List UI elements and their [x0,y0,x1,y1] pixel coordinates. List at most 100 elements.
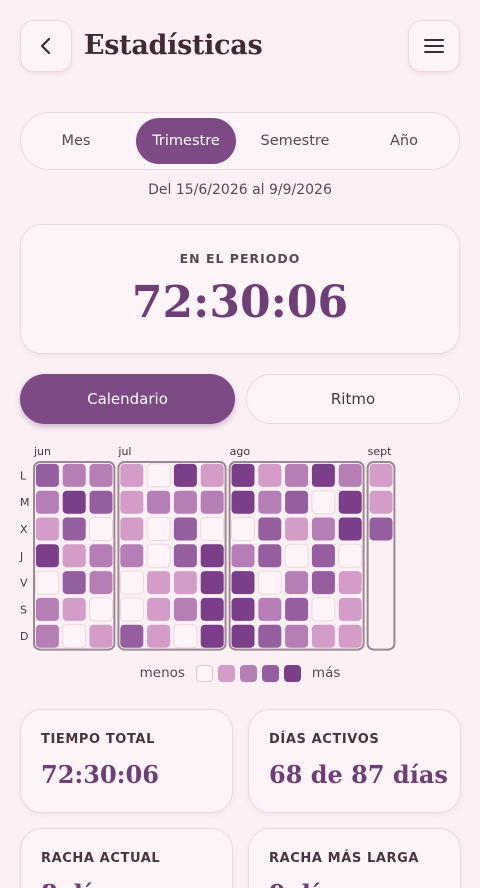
day-cell [200,571,224,595]
back-button[interactable] [20,20,72,72]
day-cell [284,543,309,568]
period-selector: Mes Trimestre Semestre Año [20,112,460,170]
day-cell [35,463,59,487]
day-cell [311,624,335,648]
day-cell [35,597,59,621]
day-cell [146,517,171,541]
day-cell [338,624,362,648]
day-cell [89,544,113,568]
day-cell [89,597,113,622]
day-cell [338,543,363,568]
day-cell [338,597,362,621]
stat-card-total-time: TIEMPO TOTAL 72:30:06 [20,709,233,813]
day-label: S [20,603,27,616]
legend-swatch-4 [283,664,301,682]
day-cell [173,517,197,541]
day-cell [89,571,113,595]
menu-button[interactable] [408,20,460,72]
calendar-view-button[interactable]: Calendario [20,374,235,424]
period-total-label: EN EL PERIODO [179,251,301,266]
day-cell [258,463,282,487]
day-cell [338,490,362,514]
stat-label: RACHA MÁS LARGA [269,851,420,866]
day-label: D [20,630,28,643]
day-cell [200,517,225,541]
day-cell [147,624,171,648]
heatmap-legend: menos más [0,662,480,684]
day-cell [89,490,113,514]
day-cell [311,490,336,515]
day-cell [62,597,86,621]
day-cell [258,597,282,621]
day-cell [338,517,362,541]
day-cell [285,597,309,621]
day-cell [173,624,198,649]
day-cell [173,490,197,514]
period-tab-trimestre[interactable]: Trimestre [136,118,236,164]
day-cell [258,490,282,514]
legend-swatch-1 [217,664,235,682]
day-cell [89,463,113,487]
day-cell [311,517,335,541]
month-outline [366,461,396,651]
month-label: ago [230,445,251,458]
stat-label: RACHA ACTUAL [41,851,161,866]
day-cell [120,624,144,648]
rhythm-view-button[interactable]: Ritmo [246,374,460,424]
day-cell [231,544,255,568]
day-cell [231,463,255,487]
day-cell [258,517,282,541]
day-cell [173,544,197,568]
stat-card-current-streak: RACHA ACTUAL 8 días [20,828,233,888]
hamburger-menu-icon [424,39,444,53]
day-cell [285,517,309,541]
day-cell [62,544,86,568]
stat-value: 72:30:06 [41,760,159,789]
day-cell [200,544,224,568]
day-cell [231,624,255,648]
period-total-value: 72:30:06 [131,277,349,328]
period-tab-ano[interactable]: Año [354,118,454,164]
day-cell [338,463,362,487]
day-cell [311,544,335,568]
date-range-text: Del 15/6/2026 al 9/9/2026 [148,182,332,198]
day-cell [146,463,171,488]
day-cell [35,624,59,648]
day-cell [89,624,113,648]
day-cell [119,597,144,622]
day-cell [147,571,171,595]
legend-more-label: más [311,665,341,681]
day-cell [35,517,59,541]
day-cell [257,570,282,595]
day-cell [173,463,197,487]
stat-label: DÍAS ACTIVOS [269,732,380,747]
day-cell [338,571,362,595]
day-cell [89,517,113,541]
day-cell [62,517,86,541]
day-cell [285,463,309,487]
day-cell [200,597,224,621]
legend-swatch-3 [261,664,279,682]
day-cell [258,544,282,568]
day-cell [311,463,335,487]
day-cell [146,543,171,568]
day-label: X [20,523,28,536]
day-cell [119,570,144,595]
day-cell [369,463,393,487]
day-cell [231,597,255,621]
day-cell [285,624,309,648]
chevron-left-icon [40,37,51,55]
period-tab-semestre[interactable]: Semestre [245,118,345,164]
day-cell [62,490,86,514]
month-label: sept [368,445,392,458]
day-label: M [20,496,30,509]
day-cell [147,490,171,514]
day-cell [200,490,224,514]
day-cell [173,597,197,621]
day-cell [120,463,144,487]
month-label: jul [117,445,131,458]
day-cell [369,517,393,541]
period-tab-mes[interactable]: Mes [26,118,126,164]
day-cell [62,624,87,649]
day-cell [200,463,224,487]
